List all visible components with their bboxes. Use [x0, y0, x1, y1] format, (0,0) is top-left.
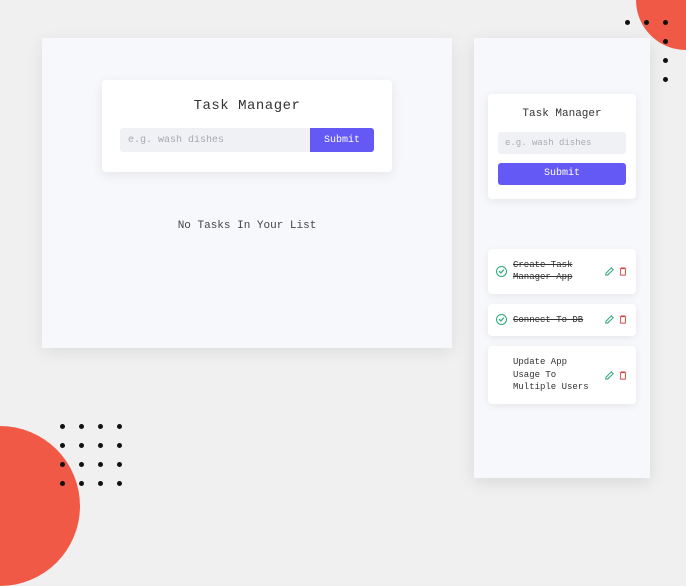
edit-icon: [605, 267, 614, 276]
check-icon: [496, 314, 507, 325]
submit-button[interactable]: Submit: [498, 163, 626, 185]
trash-icon: [619, 315, 627, 324]
delete-button[interactable]: [618, 315, 628, 325]
delete-button[interactable]: [618, 370, 628, 380]
task-text: Create Task Manager App: [513, 259, 598, 284]
empty-state-text: No Tasks In Your List: [42, 220, 452, 232]
task-actions: [604, 315, 628, 325]
task-form-card: Task Manager Submit: [102, 80, 392, 172]
task-item: Create Task Manager App: [488, 249, 636, 294]
app-title: Task Manager: [120, 98, 374, 114]
task-actions: [604, 266, 628, 276]
task-item: Update App Usage To Multiple Users: [488, 346, 636, 404]
task-text: Update App Usage To Multiple Users: [513, 356, 598, 394]
trash-icon: [619, 371, 627, 380]
app-title: Task Manager: [498, 108, 626, 120]
edit-button[interactable]: [604, 266, 614, 276]
edit-button[interactable]: [604, 315, 614, 325]
task-input[interactable]: [120, 128, 310, 152]
task-item: Connect To DB: [488, 304, 636, 337]
task-text: Connect To DB: [513, 314, 598, 327]
edit-button[interactable]: [604, 370, 614, 380]
delete-button[interactable]: [618, 266, 628, 276]
decorative-dots: [60, 424, 122, 486]
task-input[interactable]: [498, 132, 626, 154]
edit-icon: [605, 315, 614, 324]
mobile-view: Task Manager Submit Create Task Manager …: [474, 38, 650, 478]
task-actions: [604, 370, 628, 380]
task-form-card: Task Manager Submit: [488, 94, 636, 199]
desktop-view: Task Manager Submit No Tasks In Your Lis…: [42, 38, 452, 348]
task-list: Create Task Manager App Connect To DB Upda…: [488, 249, 636, 405]
check-icon: [496, 266, 507, 277]
input-row: Submit: [120, 128, 374, 152]
submit-button[interactable]: Submit: [310, 128, 374, 152]
trash-icon: [619, 267, 627, 276]
edit-icon: [605, 371, 614, 380]
